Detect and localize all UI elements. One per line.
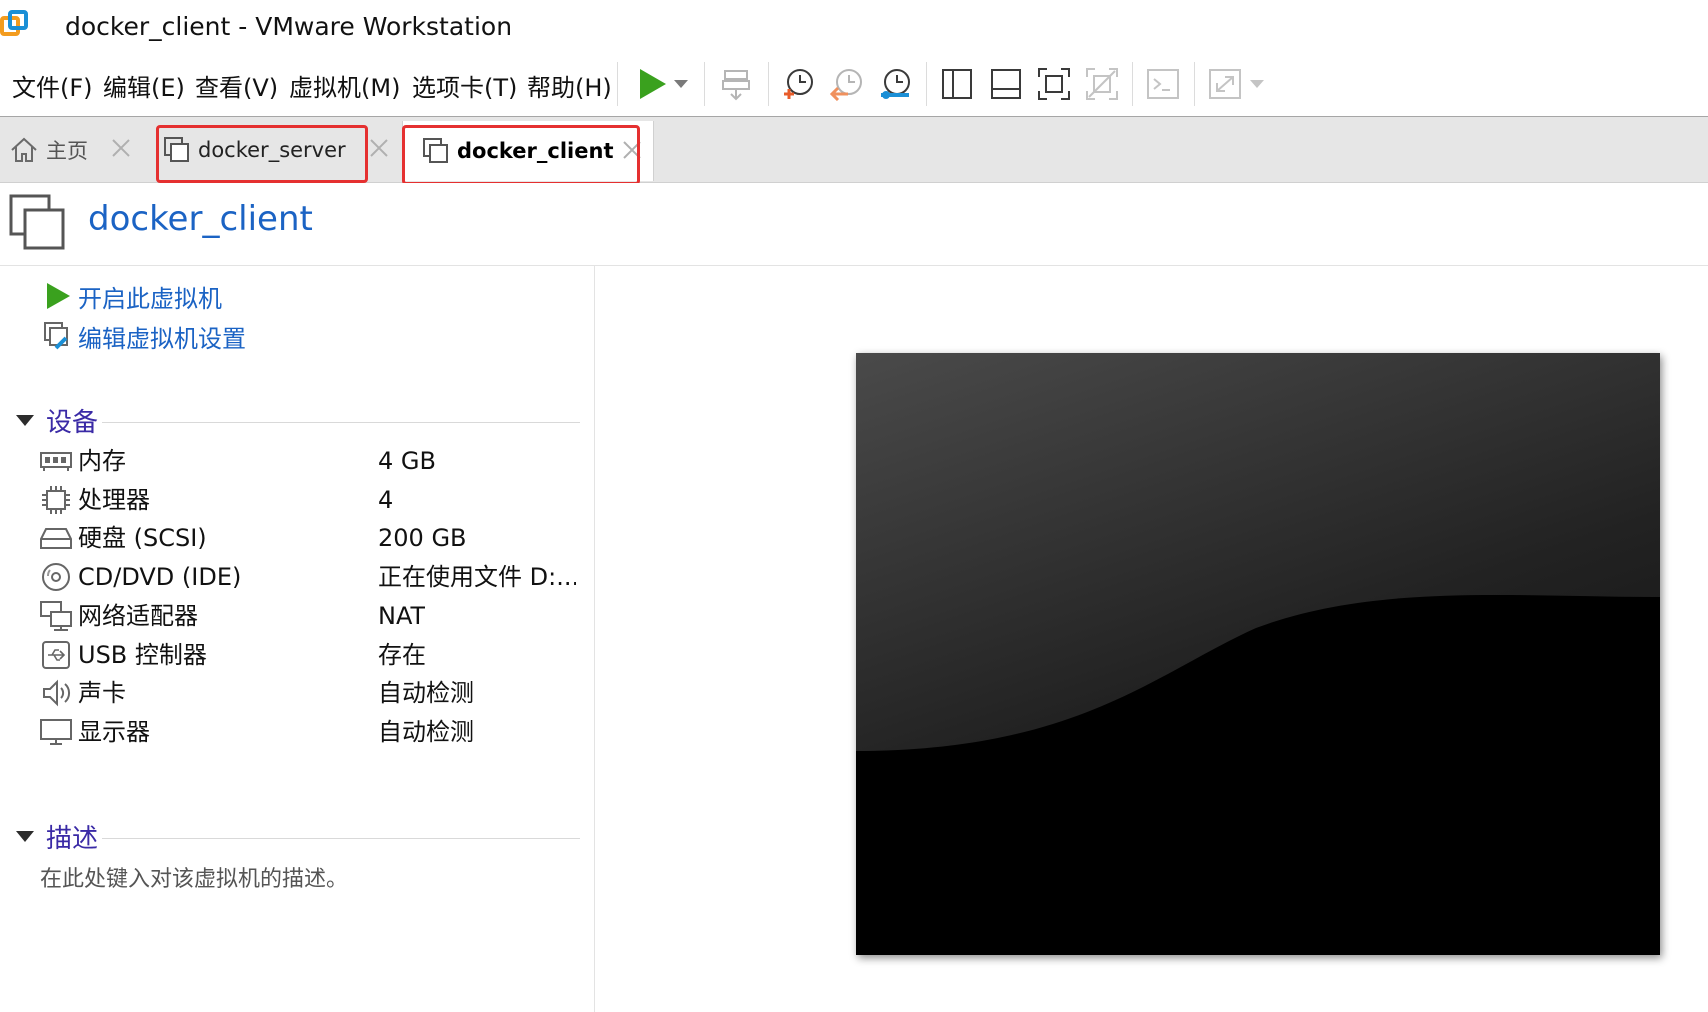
play-icon[interactable]	[632, 62, 672, 106]
toolbar-separator	[704, 62, 705, 106]
memory-icon	[40, 447, 72, 475]
tab-home[interactable]: 主页	[0, 123, 136, 177]
tab-label: 主页	[46, 139, 88, 163]
title-bar: docker_client - VMware Workstation	[0, 0, 1708, 52]
stretch-dropdown-icon[interactable]	[1246, 62, 1268, 106]
description-placeholder[interactable]: 在此处键入对该虚拟机的描述。	[40, 861, 348, 893]
unity-icon[interactable]	[1081, 62, 1123, 106]
stretch-icon[interactable]	[1204, 62, 1246, 106]
menu-edit[interactable]: 编辑(E)	[103, 68, 185, 103]
device-value: 200 GB	[378, 524, 467, 552]
device-value: 4	[378, 486, 394, 514]
action-label: 编辑虚拟机设置	[78, 324, 246, 353]
highlight-box	[156, 125, 368, 183]
device-row-cd-dvd[interactable]: CD/DVD (IDE) 正在使用文件 D:...	[40, 560, 580, 594]
vm-preview-thumbnail[interactable]	[856, 353, 1660, 955]
device-name: 处理器	[78, 486, 150, 514]
device-name: 内存	[78, 447, 126, 475]
snapshot-manager-icon[interactable]	[874, 62, 916, 106]
divider	[102, 421, 580, 423]
console-icon[interactable]	[1142, 62, 1184, 106]
sound-icon	[40, 679, 72, 707]
vm-large-icon	[8, 193, 68, 253]
window-title: docker_client - VMware Workstation	[65, 12, 513, 41]
device-name: 显示器	[78, 718, 150, 746]
toolbar-separator	[1194, 62, 1195, 106]
toolbar-separator	[617, 62, 618, 106]
network-adapter-icon	[40, 601, 72, 631]
action-label: 开启此虚拟机	[78, 284, 222, 313]
device-row-hard-disk[interactable]: 硬盘 (SCSI) 200 GB	[40, 521, 580, 555]
usb-icon	[40, 641, 72, 669]
highlight-box	[402, 125, 640, 185]
menu-bar: 文件(F) 编辑(E) 查看(V) 虚拟机(M) 选项卡(T) 帮助(H)	[0, 52, 1708, 117]
device-row-cpu[interactable]: 处理器 4	[40, 483, 580, 517]
device-name: USB 控制器	[78, 641, 207, 669]
device-value: 自动检测	[378, 718, 474, 746]
divider	[102, 837, 580, 839]
device-value: NAT	[378, 602, 426, 630]
device-row-usb[interactable]: USB 控制器 存在	[40, 638, 580, 672]
library-view-icon[interactable]	[936, 62, 978, 106]
device-row-memory[interactable]: 内存 4 GB	[40, 444, 580, 478]
device-name: CD/DVD (IDE)	[78, 563, 242, 591]
device-row-display[interactable]: 显示器 自动检测	[40, 715, 580, 749]
menu-file[interactable]: 文件(F)	[12, 68, 93, 103]
menu-view[interactable]: 查看(V)	[195, 68, 278, 103]
vmware-logo-icon	[0, 8, 32, 42]
toolbar-separator	[926, 62, 927, 106]
close-icon[interactable]	[110, 137, 132, 159]
thumbnail-bar-icon[interactable]	[985, 62, 1027, 106]
menu-help[interactable]: 帮助(H)	[527, 68, 612, 103]
menu-vm[interactable]: 虚拟机(M)	[289, 68, 400, 103]
hard-disk-icon	[40, 524, 72, 552]
device-name: 网络适配器	[78, 602, 198, 630]
device-value: 4 GB	[378, 447, 436, 475]
edit-vm-settings-link[interactable]: 编辑虚拟机设置	[44, 319, 246, 353]
section-title: 描述	[46, 823, 99, 854]
device-value: 存在	[378, 641, 426, 669]
power-on-icon	[44, 282, 72, 310]
devices-section-header[interactable]: 设备	[16, 402, 580, 438]
cpu-icon	[40, 486, 72, 514]
cd-dvd-icon	[40, 563, 72, 591]
collapse-arrow-icon[interactable]	[16, 414, 34, 426]
full-screen-icon[interactable]	[1033, 62, 1075, 106]
tab-strip: 主页 docker_server docker_client	[0, 117, 1708, 185]
device-row-sound[interactable]: 声卡 自动检测	[40, 676, 580, 710]
snapshot-take-icon[interactable]	[777, 62, 819, 106]
device-value: 正在使用文件 D:...	[378, 563, 576, 591]
dropdown-arrow-icon[interactable]	[670, 62, 692, 106]
vm-title: docker_client	[88, 199, 313, 239]
device-value: 自动检测	[378, 679, 474, 707]
section-title: 设备	[46, 407, 99, 438]
display-icon	[40, 718, 72, 746]
vm-details-panel: 开启此虚拟机 编辑虚拟机设置 设备 内存 4 GB 处理器 4 硬盘 (SCSI…	[0, 266, 595, 1012]
toolbar-separator	[1132, 62, 1133, 106]
device-name: 硬盘 (SCSI)	[78, 524, 207, 552]
description-section-header[interactable]: 描述	[16, 818, 580, 854]
close-icon[interactable]	[368, 137, 390, 159]
menu-tabs[interactable]: 选项卡(T)	[412, 68, 517, 103]
snapshot-revert-icon[interactable]	[826, 62, 868, 106]
edit-settings-icon	[44, 322, 72, 350]
vm-header: docker_client	[0, 183, 1708, 266]
device-name: 声卡	[78, 679, 126, 707]
device-row-network[interactable]: 网络适配器 NAT	[40, 599, 580, 633]
collapse-arrow-icon[interactable]	[16, 830, 34, 842]
send-keys-icon[interactable]	[715, 62, 757, 106]
power-on-vm-link[interactable]: 开启此虚拟机	[44, 279, 222, 313]
home-icon	[10, 137, 38, 163]
toolbar-separator	[768, 62, 769, 106]
